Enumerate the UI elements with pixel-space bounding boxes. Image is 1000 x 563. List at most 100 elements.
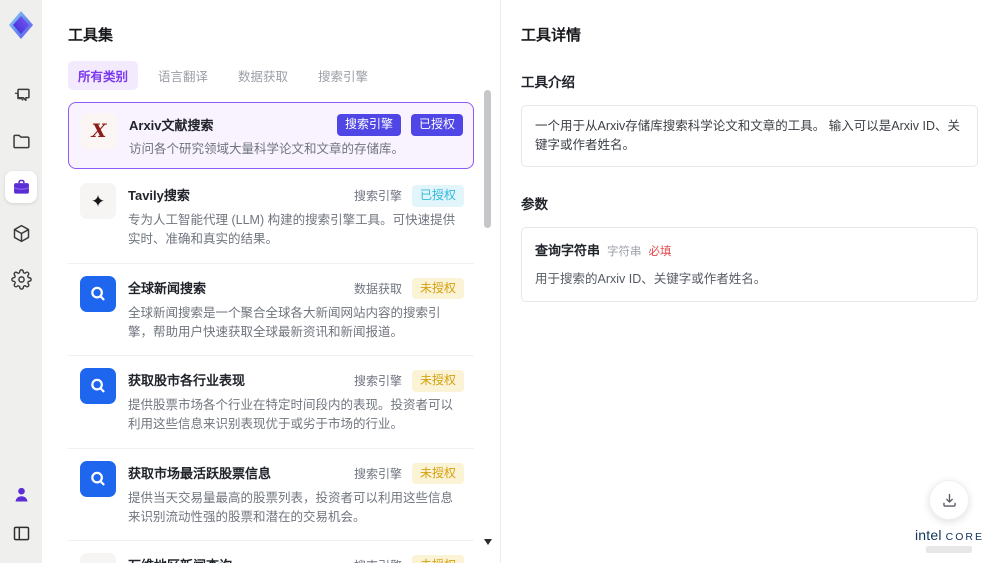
- app-logo-icon: [9, 11, 33, 39]
- category-tabs: 所有类别 语言翻译 数据获取 搜索引擎: [68, 61, 482, 90]
- brand-intel-text: intel: [914, 527, 942, 543]
- scrollbar-thumb[interactable]: [484, 90, 491, 228]
- tool-body: 全球新闻搜索 数据获取 未授权 全球新闻搜索是一个聚合全球各大新闻网站内容的搜索…: [128, 276, 464, 342]
- tool-name: Tavily搜索: [128, 188, 190, 204]
- scrollbar-down-arrow[interactable]: [484, 539, 492, 545]
- magnifier-glyph: [91, 471, 105, 486]
- tool-head: 万维地区新闻查询 搜索引擎 未授权: [128, 553, 464, 563]
- tool-description: 全球新闻搜索是一个聚合全球各大新闻网站内容的搜索引擎，帮助用户快速获取全球最新资…: [128, 305, 441, 339]
- sidebar-item-chat[interactable]: [5, 79, 37, 111]
- tool-description: 专为人工智能代理 (LLM) 构建的搜索引擎工具。可快速提供实时、准确和真实的结…: [128, 213, 456, 247]
- nav-rail: [0, 0, 42, 563]
- tool-badges: 搜索引擎 已授权: [336, 114, 463, 136]
- tool-card-global-news[interactable]: 全球新闻搜索 数据获取 未授权 全球新闻搜索是一个聚合全球各大新闻网站内容的搜索…: [68, 263, 474, 357]
- tool-description: 访问各个研究领域大量科学论文和文章的存储库。: [129, 141, 405, 156]
- corner-widgets: intel CORE: [915, 480, 984, 553]
- tool-badges: 搜索引擎 已授权: [354, 184, 464, 207]
- sidebar-item-plugins[interactable]: [5, 217, 37, 249]
- tool-head: 全球新闻搜索 数据获取 未授权: [128, 276, 464, 300]
- category-badge: 搜索引擎: [336, 114, 401, 136]
- star-glyph: ✦: [90, 191, 106, 211]
- category-label: 搜索引擎: [353, 189, 402, 204]
- nav-bottom: [5, 478, 37, 549]
- avatar-icon: [15, 487, 27, 501]
- status-badge: 已授权: [411, 185, 464, 207]
- download-button[interactable]: [929, 480, 970, 520]
- tool-body: 获取市场最活跃股票信息 搜索引擎 未授权 提供当天交易量最高的股票列表，投资者可…: [128, 461, 464, 527]
- sidebar-item-tools[interactable]: [5, 171, 37, 203]
- tool-description: 提供当天交易量最高的股票列表，投资者可以利用这些信息来识别流动性强的股票和潜在的…: [128, 490, 454, 524]
- tool-head: Tavily搜索 搜索引擎 已授权: [128, 183, 464, 207]
- tool-intro-box: 一个用于从Arxiv存储库搜索科学论文和文章的工具。 输入可以是Arxiv ID…: [521, 105, 978, 167]
- category-label: 搜索引擎: [354, 554, 402, 563]
- building-news-icon: [80, 553, 116, 563]
- param-head: 查询字符串 字符串 必填: [535, 240, 964, 259]
- folder-icon: [12, 134, 30, 148]
- param-name: 查询字符串: [535, 242, 601, 258]
- arxiv-x-glyph: X: [91, 120, 107, 142]
- news-search-icon: [80, 368, 116, 405]
- tool-card-tavily[interactable]: ✦ Tavily搜索 搜索引擎 已授权 专为人工智能代理 (LLM) 构建的搜索…: [68, 171, 474, 264]
- tool-name: 获取股市各行业表现: [128, 373, 246, 389]
- status-badge: 未授权: [411, 555, 464, 563]
- category-label: 数据获取: [353, 281, 402, 296]
- intro-heading: 工具介绍: [521, 75, 575, 90]
- status-badge: 未授权: [411, 277, 464, 300]
- tab-data-fetch[interactable]: 数据获取: [228, 61, 298, 90]
- tool-card-active-stocks[interactable]: 获取市场最活跃股票信息 搜索引擎 未授权 提供当天交易量最高的股票列表，投资者可…: [68, 448, 474, 542]
- magnifier-glyph: [91, 286, 105, 301]
- tool-description: 提供股票市场各个行业在特定时间段内的表现。投资者可以利用这些信息来识别表现优于或…: [128, 398, 454, 432]
- tool-list-panel: 工具集 所有类别 语言翻译 数据获取 搜索引擎 X Arxiv文献搜索 搜索引擎…: [42, 0, 500, 563]
- status-badge: 未授权: [411, 462, 464, 485]
- tool-detail-panel: 工具详情 工具介绍 一个用于从Arxiv存储库搜索科学论文和文章的工具。 输入可…: [500, 0, 1000, 563]
- tool-badges: 数据获取 未授权: [354, 277, 464, 300]
- list-scrollbar[interactable]: [484, 90, 491, 537]
- tab-language-translation[interactable]: 语言翻译: [148, 61, 218, 90]
- tool-head: 获取股市各行业表现 搜索引擎 未授权: [128, 368, 464, 392]
- panel-toggle-icon: [13, 526, 29, 540]
- settings-icon: [10, 268, 32, 290]
- toolbox-icon: [13, 179, 29, 194]
- tool-body: 获取股市各行业表现 搜索引擎 未授权 提供股票市场各个行业在特定时间段内的表现。…: [128, 368, 464, 434]
- brand-sub-mark: [926, 546, 973, 553]
- tab-search-engine[interactable]: 搜索引擎: [308, 61, 378, 90]
- tool-body: 万维地区新闻查询 搜索引擎 未授权 查询具体行政区划内的新闻，快速了解各地新闻动: [128, 553, 464, 563]
- tool-head: 获取市场最活跃股票信息 搜索引擎 未授权: [128, 461, 464, 485]
- tool-badges: 搜索引擎 未授权: [354, 554, 464, 563]
- nav-items: [5, 79, 37, 295]
- news-search-icon: [80, 275, 116, 312]
- tool-card-arxiv[interactable]: X Arxiv文献搜索 搜索引擎 已授权 访问各个研究领域大量科学论文和文章的存…: [68, 102, 474, 170]
- tool-card-regional-news[interactable]: 万维地区新闻查询 搜索引擎 未授权 查询具体行政区划内的新闻，快速了解各地新闻动: [68, 541, 474, 563]
- param-required-label: 必填: [648, 245, 672, 258]
- status-badge: 未授权: [411, 370, 464, 392]
- tool-list: X Arxiv文献搜索 搜索引擎 已授权 访问各个研究领域大量科学论文和文章的存…: [68, 102, 474, 563]
- download-icon: [943, 493, 956, 507]
- sidebar-item-settings[interactable]: [5, 263, 37, 295]
- cube-icon: [13, 224, 29, 242]
- category-label: 搜索引擎: [353, 466, 402, 481]
- sidebar-item-files[interactable]: [5, 125, 37, 157]
- arxiv-chi-icon: X: [81, 113, 117, 149]
- magnifier-glyph: [91, 379, 105, 393]
- status-badge: 已授权: [410, 114, 463, 136]
- brand-core-text: CORE: [945, 531, 984, 543]
- tool-head: Arxiv文献搜索 搜索引擎 已授权: [129, 113, 463, 136]
- detail-title: 工具详情: [521, 27, 582, 44]
- user-avatar-button[interactable]: [5, 478, 37, 510]
- chat-icon: [14, 88, 30, 101]
- params-heading: 参数: [521, 196, 548, 212]
- tool-name: Arxiv文献搜索: [129, 118, 214, 133]
- tool-card-sector-performance[interactable]: 获取股市各行业表现 搜索引擎 未授权 提供股票市场各个行业在特定时间段内的表现。…: [68, 356, 474, 449]
- intel-core-logo: intel CORE: [915, 527, 984, 543]
- tool-body: Arxiv文献搜索 搜索引擎 已授权 访问各个研究领域大量科学论文和文章的存储库…: [129, 113, 463, 158]
- news-search-icon: [80, 460, 116, 497]
- tool-badges: 搜索引擎 未授权: [354, 369, 464, 392]
- category-label: 搜索引擎: [353, 374, 402, 389]
- param-type: 字符串: [607, 245, 642, 258]
- tool-name: 获取市场最活跃股票信息: [128, 465, 272, 481]
- panel-toggle-button[interactable]: [5, 517, 37, 549]
- param-card: 查询字符串 字符串 必填 用于搜索的Arxiv ID、关键字或作者姓名。: [521, 226, 978, 302]
- tool-badges: 搜索引擎 未授权: [354, 462, 464, 485]
- tab-all-categories[interactable]: 所有类别: [68, 61, 139, 90]
- page-title: 工具集: [68, 27, 114, 44]
